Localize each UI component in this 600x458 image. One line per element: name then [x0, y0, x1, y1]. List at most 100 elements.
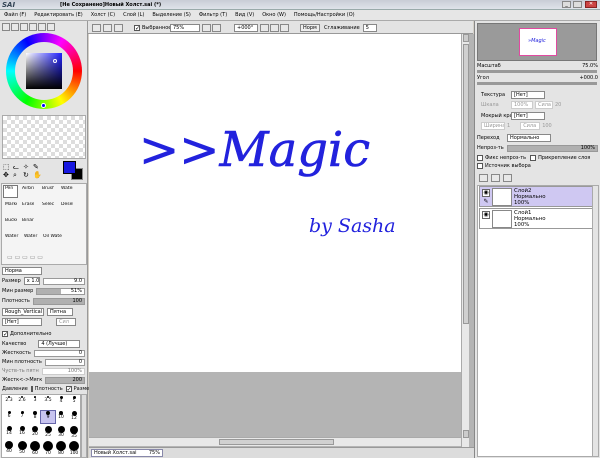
view-mode3-icon[interactable] — [114, 23, 123, 32]
clip-layer-checkbox[interactable] — [530, 155, 537, 161]
vertical-scrollbar[interactable] — [461, 34, 469, 447]
canvas-paper[interactable]: >>Magic by Sasha — [89, 34, 461, 372]
tool-brush[interactable]: Brush — [40, 185, 55, 198]
tool-pen[interactable]: Pen — [3, 185, 18, 198]
angle-field[interactable]: +000° — [234, 23, 258, 32]
density-slider[interactable]: 100 — [32, 297, 85, 305]
rotate-right-icon[interactable] — [270, 23, 279, 32]
zoom-tool-icon[interactable]: ⌕ — [13, 171, 17, 180]
brush-size-preset[interactable]: 8 — [28, 411, 42, 423]
brush-size-preset[interactable]: 50 — [15, 441, 29, 455]
layer-opacity-slider[interactable]: 100% — [506, 144, 598, 152]
tool-bucket[interactable]: Bucket — [3, 217, 18, 230]
hand-icon[interactable]: ✋ — [33, 171, 42, 179]
tool-binary[interactable]: Binary — [20, 217, 35, 230]
zoom-out-icon[interactable] — [202, 23, 211, 32]
brush-size-preset[interactable]: 3 — [28, 396, 42, 408]
brush-size-preset[interactable]: 2.3 — [2, 396, 16, 408]
hardness-slider[interactable]: 0 — [33, 349, 85, 357]
brush-size-preset[interactable]: 100 — [67, 441, 80, 456]
move-icon[interactable]: ✥ — [3, 171, 9, 179]
new-layer-icon[interactable] — [479, 174, 488, 182]
color-square[interactable] — [26, 53, 62, 89]
layer-blend-select[interactable]: Нормально — [507, 134, 551, 142]
brush-size-preset[interactable]: 20 — [28, 426, 42, 438]
brush-size-preset[interactable]: 7 — [15, 411, 29, 423]
swatches-icon[interactable] — [29, 23, 37, 31]
new-folder-icon[interactable] — [503, 174, 512, 182]
layer-item[interactable]: ◉ ✎ Слой2 Нормально 100% — [479, 186, 597, 207]
navigator-viewport[interactable]: »Magic — [519, 28, 557, 56]
zoom-field[interactable]: 75% — [170, 23, 200, 32]
menu-layer[interactable]: Слой (L) — [119, 12, 148, 18]
brush-size-preset[interactable]: 30 — [54, 426, 68, 438]
size-multiplier[interactable]: x 1.0 — [23, 277, 40, 285]
brush-size-preset[interactable]: 3.5 — [41, 396, 55, 408]
min-size-slider[interactable]: 51% — [36, 287, 85, 295]
menu-canvas[interactable]: Холст (C) — [87, 12, 119, 18]
pressure-size-checkbox[interactable] — [65, 386, 72, 392]
canvas-area[interactable]: >>Magic by Sasha — [89, 34, 474, 447]
advanced-checkbox[interactable] — [2, 331, 8, 337]
menu-filter[interactable]: Фильтр (T) — [195, 12, 231, 18]
brush-size-preset[interactable]: 70 — [41, 441, 55, 456]
brush-size-preset[interactable]: 2.6 — [15, 396, 29, 408]
rgb-slider-icon[interactable] — [11, 23, 19, 31]
menu-edit[interactable]: Редактировать (E) — [30, 12, 87, 18]
primary-color-swatch[interactable] — [63, 161, 76, 174]
wet-edge-select[interactable]: [Нет] — [511, 112, 545, 120]
marquee-icon[interactable]: ⬚ — [3, 163, 10, 171]
hsv-slider-icon[interactable] — [20, 23, 28, 31]
close-icon[interactable]: ✕ — [585, 1, 597, 8]
brush-size-preset[interactable]: 35 — [67, 426, 80, 439]
color-wheel-mode-icon[interactable] — [2, 23, 10, 31]
scroll-down-icon[interactable] — [463, 430, 469, 438]
tool-water-10[interactable]: Water 10 — [22, 233, 40, 246]
menu-window[interactable]: Окно (W) — [258, 12, 290, 18]
menu-selection[interactable]: Выделение (S) — [148, 12, 194, 18]
texture-mode-select[interactable]: Пятна — [47, 308, 73, 316]
palette-icon[interactable] — [38, 23, 46, 31]
brush-size-preset[interactable]: 10 — [54, 411, 68, 423]
menu-file[interactable]: Файл (F) — [0, 12, 30, 18]
zoom-in-icon[interactable] — [212, 23, 221, 32]
tool-water[interactable]: Water — [59, 185, 74, 198]
tool-deselect[interactable]: Deselect — [59, 201, 74, 214]
menu-help[interactable]: Помощь/Настройки (O) — [290, 12, 359, 18]
brush-size-scrollbar[interactable] — [81, 394, 87, 458]
tool-marker[interactable]: Marker — [3, 201, 18, 214]
brush-size-preset[interactable]: 40 — [2, 441, 16, 454]
brush-size-preset[interactable]: 25 — [41, 426, 55, 438]
view-mode-icon[interactable] — [92, 23, 101, 32]
layer-item[interactable]: ◉ Слой1 Нормально 100% — [479, 208, 597, 229]
color-wheel[interactable] — [6, 33, 82, 109]
brush-size-preset[interactable]: 80 — [54, 441, 68, 456]
brush-size-preset[interactable]: 12 — [67, 411, 80, 423]
rotate-reset-icon[interactable] — [280, 23, 289, 32]
texture-select[interactable]: Rough_Vertical — [2, 308, 44, 316]
paper-texture-select[interactable]: [Нет] — [511, 91, 545, 99]
magic-wand-icon[interactable]: ✧ — [23, 163, 29, 171]
new-linework-layer-icon[interactable] — [491, 174, 500, 182]
minimize-icon[interactable]: _ — [562, 1, 571, 8]
layer-list-scrollbar[interactable] — [592, 186, 598, 456]
brush-size-preset[interactable]: 4 — [54, 396, 68, 408]
brush-size-preset[interactable]: 60 — [28, 441, 42, 456]
tool-eraser[interactable]: Eraser — [20, 201, 35, 214]
blend-mode-select[interactable]: Норма — [2, 267, 42, 275]
smoothing-field[interactable]: 5 — [362, 23, 377, 32]
brush-size-preset[interactable]: 16 — [15, 426, 29, 438]
eyedropper-icon[interactable]: ✎ — [33, 163, 39, 171]
vertical-scroll-thumb[interactable] — [463, 44, 469, 324]
horizontal-scroll-thumb[interactable] — [219, 439, 334, 445]
flip-norm-button[interactable]: Норм — [300, 23, 320, 32]
size-slider[interactable]: 9.0 — [42, 277, 85, 285]
brush-size-preset[interactable]: 14 — [2, 426, 16, 438]
pressure-density-checkbox[interactable] — [30, 386, 33, 392]
rotate-left-icon[interactable] — [260, 23, 269, 32]
lasso-icon[interactable]: ᓚ — [13, 163, 19, 171]
selection-source-checkbox[interactable] — [477, 163, 483, 169]
horizontal-scrollbar[interactable] — [89, 437, 461, 446]
tool-select[interactable]: Select — [40, 201, 55, 214]
tool-water-9[interactable]: Water 9 — [3, 233, 21, 246]
